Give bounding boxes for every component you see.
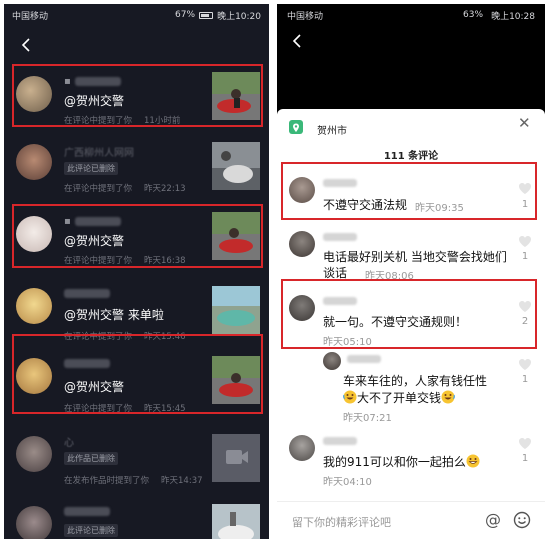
time-label: 晚上10:20 — [217, 11, 261, 22]
highlight-box — [281, 162, 537, 220]
carrier-label: 中国移动 — [287, 11, 324, 22]
location-label[interactable]: 贺州市 — [317, 122, 347, 137]
grin-emoji — [466, 454, 480, 468]
video-thumbnail[interactable] — [212, 504, 260, 539]
deleted-tag: 此作品已删除 — [64, 452, 118, 465]
highlight-box — [12, 334, 263, 414]
like-count: 1 — [521, 374, 529, 385]
avatar — [16, 436, 52, 472]
comment-count: 111 条评论 — [383, 151, 439, 162]
right-screenshot-comments: 中国移动 63% 晚上10:28 贺州市 ✕ 111 条评论 不遵守交通法规 昨… — [277, 4, 545, 539]
comment-input-bar[interactable]: 留下你的精彩评论吧 @ — [277, 501, 545, 539]
user-name — [64, 288, 110, 299]
like-count: 1 — [521, 251, 529, 262]
highlight-box — [281, 279, 537, 349]
deleted-tag: 此评论已删除 — [64, 162, 118, 175]
at-icon[interactable]: @ — [485, 510, 501, 529]
battery-icon — [199, 11, 214, 19]
carrier-label: 中国移动 — [12, 11, 49, 22]
laugh-cry-emoji — [343, 390, 357, 404]
heart-icon[interactable] — [518, 358, 532, 371]
commenter-name[interactable] — [347, 355, 381, 363]
comment-text: 电话最好别关机 当地交警会找她们谈话 — [323, 250, 507, 280]
back-arrow-icon[interactable] — [20, 38, 32, 52]
video-thumbnail[interactable] — [212, 286, 260, 334]
video-thumbnail[interactable] — [212, 142, 260, 190]
like-count: 1 — [521, 453, 529, 464]
commenter-name[interactable] — [323, 437, 357, 445]
deleted-tag: 此评论已删除 — [64, 524, 118, 537]
heart-icon[interactable] — [518, 235, 532, 248]
status-bar: 中国移动 63% 晚上10:28 — [277, 4, 545, 26]
mention-item[interactable]: 此评论已删除 — [4, 496, 269, 539]
avatar — [16, 144, 52, 180]
left-screenshot-notifications: 中国移动 67% 晚上10:20 ▪ @贺州交警 在评论中提到了你 11小时前 广… — [4, 4, 269, 539]
close-icon[interactable]: ✕ — [518, 114, 531, 132]
heart-icon[interactable] — [518, 437, 532, 450]
mention-item[interactable]: 广西柳州人网网 此评论已删除 在评论中提到了你 昨天22:13 — [4, 136, 269, 206]
mention-text: @贺州交警 来单啦 — [64, 308, 164, 322]
mention-item[interactable]: 心 此作品已删除 在发布作品时提到了你 昨天14:37 — [4, 424, 269, 494]
comment-time: 昨天07:21 — [343, 413, 392, 424]
avatar — [16, 288, 52, 324]
highlight-box — [12, 64, 263, 127]
avatar[interactable] — [289, 231, 315, 257]
avatar — [16, 506, 52, 539]
highlight-box — [12, 204, 263, 268]
laugh-cry-emoji — [441, 390, 455, 404]
emoji-icon[interactable] — [513, 511, 531, 529]
battery-label: 67% — [175, 10, 196, 20]
comment-time: 昨天04:10 — [323, 477, 372, 488]
status-bar: 中国移动 67% 晚上10:20 — [4, 4, 269, 26]
comment-input[interactable]: 留下你的精彩评论吧 — [292, 514, 391, 530]
location-icon — [289, 120, 303, 134]
mention-meta: 在发布作品时提到了你 昨天14:37 — [64, 476, 203, 486]
battery-label: 63% — [463, 10, 484, 20]
avatar[interactable] — [323, 352, 341, 370]
commenter-name[interactable] — [323, 233, 357, 241]
comment-sheet: 贺州市 ✕ 111 条评论 不遵守交通法规 昨天09:35 1 电话最好别关机 … — [277, 109, 545, 539]
mention-meta: 在评论中提到了你 昨天22:13 — [64, 184, 186, 194]
comment-text: 我的911可以和你一起拍么 — [323, 454, 480, 470]
comment-text-line2: 大不了开单交钱 — [343, 390, 455, 406]
user-name — [64, 506, 110, 517]
back-arrow-icon[interactable] — [291, 34, 303, 48]
user-name: 心 — [64, 438, 74, 449]
time-label: 晚上10:28 — [491, 11, 535, 22]
user-name: 广西柳州人网网 — [64, 148, 134, 159]
comment-text-line1: 车来车往的，人家有钱任性 — [343, 374, 488, 388]
avatar[interactable] — [289, 435, 315, 461]
video-placeholder-icon[interactable] — [212, 434, 260, 482]
